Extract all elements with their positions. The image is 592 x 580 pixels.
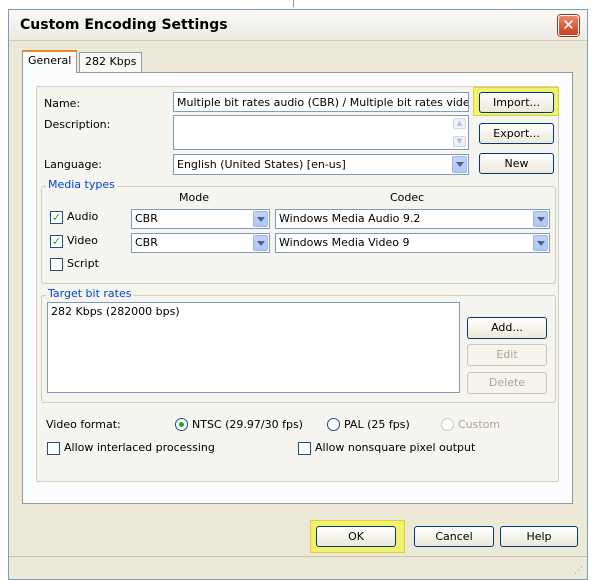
language-value: English (United States) [en-us] [177,158,346,171]
export-button[interactable]: Export... [479,123,554,144]
chevron-down-icon[interactable] [452,156,467,173]
interlaced-label: Allow interlaced processing [64,441,215,454]
help-label: Help [526,530,552,543]
custom-label: Custom [458,418,501,431]
video-label: Video [67,234,98,247]
video-codec-value: Windows Media Video 9 [279,236,410,249]
scroll-down-icon[interactable]: ▼ [453,136,466,147]
codec-header: Codec [390,191,425,204]
language-label: Language: [44,158,102,171]
new-button[interactable]: New [479,153,554,174]
audio-codec-value: Windows Media Audio 9.2 [279,212,421,225]
ok-button[interactable]: OK [316,526,396,547]
interlaced-checkbox[interactable] [47,442,60,455]
video-mode-value: CBR [135,236,158,249]
video-checkbox[interactable]: ✓ [50,235,63,248]
cancel-label: Cancel [435,530,473,543]
close-icon[interactable]: ✕ [558,15,579,36]
audio-checkbox[interactable]: ✓ [50,211,63,224]
chevron-down-icon[interactable] [533,211,548,227]
chevron-down-icon[interactable] [253,211,268,227]
audio-label: Audio [67,210,99,223]
nonsquare-label: Allow nonsquare pixel output [315,441,476,454]
name-label: Name: [44,97,81,110]
export-label: Export... [493,127,540,140]
media-types-title: Media types [46,178,117,191]
title-bar[interactable]: Custom Encoding Settings ✕ [9,10,587,41]
ntsc-label: NTSC (29.97/30 fps) [192,418,303,431]
delete-label: Delete [488,376,526,389]
custom-radio[interactable] [441,418,454,431]
scroll-up-icon[interactable]: ▲ [453,118,466,129]
pal-label: PAL (25 fps) [344,418,410,431]
import-button[interactable]: Import... [479,92,554,113]
video-mode-select[interactable]: CBR [131,233,270,253]
audio-codec-select[interactable]: Windows Media Audio 9.2 [275,209,550,229]
status-bar: ⋰ [9,556,587,579]
script-checkbox[interactable] [50,258,63,271]
description-field[interactable]: ▲ ▼ [173,115,469,150]
new-label: New [504,157,529,170]
list-item[interactable]: 282 Kbps (282000 bps) [51,305,180,318]
edit-button[interactable]: Edit [467,344,547,366]
window-title: Custom Encoding Settings [20,17,228,33]
chevron-down-icon[interactable] [533,235,548,251]
tab-282-kbps-label: 282 Kbps [85,55,137,68]
top-edge-marker [293,0,294,7]
video-format-label: Video format: [46,418,121,431]
resize-grip-icon[interactable]: ⋰ [574,566,583,576]
video-codec-select[interactable]: Windows Media Video 9 [275,233,550,253]
mode-header: Mode [179,191,209,204]
add-label: Add... [491,321,523,334]
name-field[interactable]: Multiple bit rates audio (CBR) / Multipl… [173,92,469,112]
tab-general-label: General [28,54,72,67]
help-button[interactable]: Help [500,526,578,547]
tab-general[interactable]: General [22,50,78,73]
chevron-down-icon[interactable] [253,235,268,251]
target-bit-rates-title: Target bit rates [46,287,134,300]
ntsc-radio[interactable] [175,418,188,431]
pal-radio[interactable] [327,418,340,431]
script-label: Script [67,257,99,270]
audio-mode-select[interactable]: CBR [131,209,270,229]
ok-label: OK [348,530,364,543]
add-button[interactable]: Add... [467,317,547,339]
cancel-button[interactable]: Cancel [414,526,494,547]
tab-282-kbps[interactable]: 282 Kbps [79,52,143,72]
delete-button[interactable]: Delete [467,372,547,394]
custom-encoding-settings-dialog: Custom Encoding Settings ✕ General 282 K… [8,9,588,580]
edit-label: Edit [496,348,518,361]
import-label: Import... [493,96,540,109]
language-select[interactable]: English (United States) [en-us] [173,154,469,175]
description-label: Description: [44,118,111,131]
bit-rate-list[interactable]: 282 Kbps (282000 bps) [47,302,460,393]
audio-mode-value: CBR [135,212,158,225]
nonsquare-checkbox[interactable] [298,442,311,455]
